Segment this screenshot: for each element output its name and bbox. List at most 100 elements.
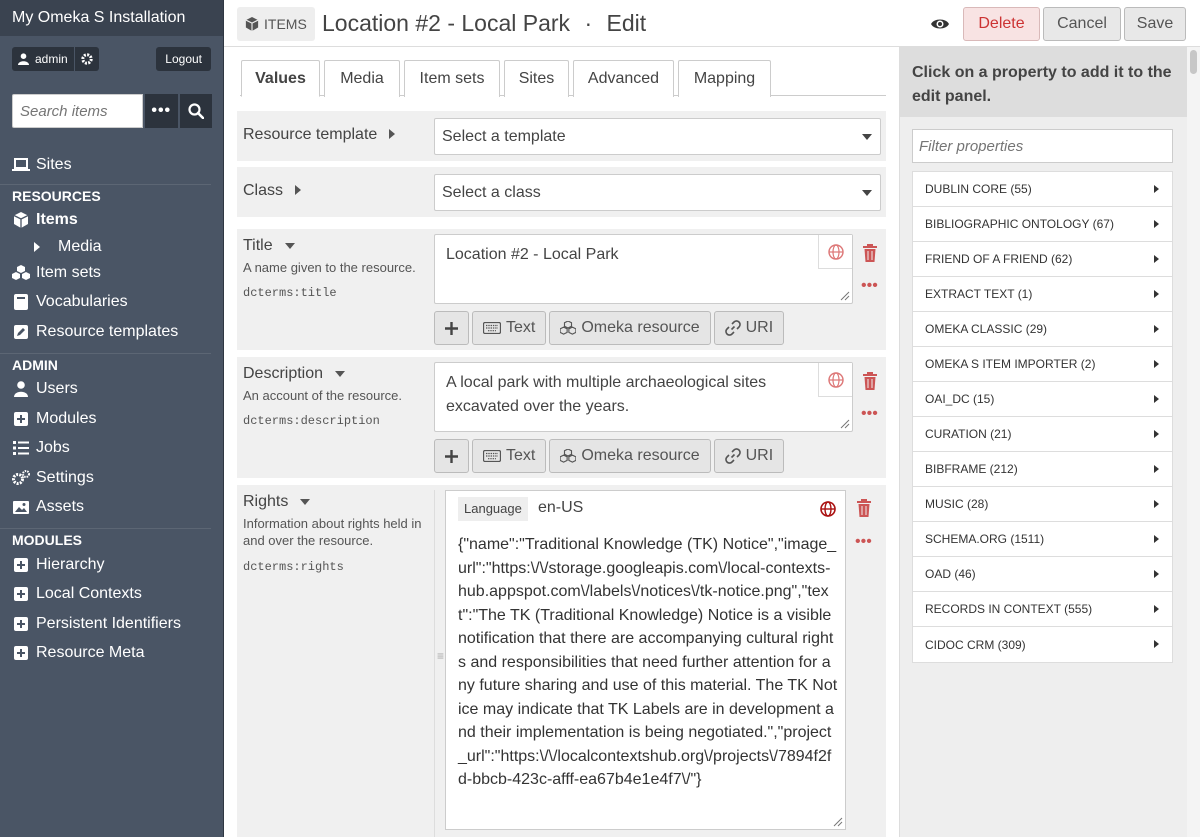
cancel-button[interactable]: Cancel	[1043, 7, 1121, 41]
gear-icon[interactable]	[80, 53, 93, 65]
sidebar-item-media[interactable]: Media	[0, 235, 223, 258]
sidebar-item-hierarchy[interactable]: Hierarchy	[0, 550, 223, 580]
vocabulary-item[interactable]: BIBLIOGRAPHIC ONTOLOGY (67)	[913, 207, 1172, 242]
language-value[interactable]: en-US	[538, 499, 583, 517]
trash-icon[interactable]	[862, 372, 878, 390]
add-uri-button[interactable]: URI	[713, 311, 785, 345]
description-value-input[interactable]: A local park with multiple archaeologica…	[434, 362, 853, 432]
title-value-input[interactable]: Location #2 - Local Park	[434, 234, 853, 304]
vocabulary-label: FRIEND OF A FRIEND (62)	[925, 252, 1073, 266]
resize-handle-icon[interactable]	[840, 291, 850, 301]
resize-handle-icon[interactable]	[833, 817, 843, 827]
logout-button[interactable]: Logout	[156, 47, 211, 71]
add-omeka-resource-button[interactable]: Omeka resource	[549, 439, 711, 473]
description-label[interactable]: Description	[243, 365, 346, 383]
drag-handle-icon[interactable]: ≡	[437, 649, 444, 663]
sidebar-item-items[interactable]: Items	[0, 206, 223, 236]
more-options-icon[interactable]: •••	[861, 405, 878, 423]
vocabulary-item[interactable]: OMEKA S ITEM IMPORTER (2)	[913, 347, 1172, 382]
tab-values[interactable]: Values	[241, 60, 320, 97]
trash-icon[interactable]	[856, 499, 872, 517]
vocabulary-item[interactable]: CIDOC CRM (309)	[913, 627, 1172, 662]
tasks-icon	[12, 439, 30, 457]
sidebar-item-vocabularies[interactable]: Vocabularies	[0, 288, 223, 318]
vocabulary-item[interactable]: SCHEMA.ORG (1511)	[913, 522, 1172, 557]
more-options-icon[interactable]: •••	[855, 533, 872, 551]
vocabulary-item[interactable]: CURATION (21)	[913, 417, 1172, 452]
vocabulary-label: MUSIC (28)	[925, 497, 989, 511]
cubes-icon	[12, 264, 30, 282]
user-badge[interactable]: admin	[12, 47, 99, 71]
cube-icon	[12, 211, 30, 229]
sidebar-item-settings[interactable]: Settings	[0, 463, 223, 493]
sidebar-item-label: Local Contexts	[36, 585, 142, 603]
ellipsis-icon: •••	[151, 102, 172, 119]
trash-icon[interactable]	[862, 244, 878, 262]
add-uri-button[interactable]: URI	[713, 439, 785, 473]
sidebar-item-label: Jobs	[36, 439, 70, 457]
add-uri-label: URI	[745, 319, 774, 336]
sidebar-item-users[interactable]: Users	[0, 375, 223, 405]
tab-sites[interactable]: Sites	[504, 60, 569, 97]
tab-media[interactable]: Media	[324, 60, 400, 97]
add-text-button[interactable]: Text	[472, 311, 547, 345]
delete-button[interactable]: Delete	[963, 7, 1040, 41]
eye-icon[interactable]	[930, 14, 950, 34]
caret-right-icon	[1154, 535, 1159, 543]
vocabulary-item[interactable]: EXTRACT TEXT (1)	[913, 277, 1172, 312]
search-input[interactable]	[12, 94, 143, 128]
vocabulary-item[interactable]: FRIEND OF A FRIEND (62)	[913, 242, 1172, 277]
add-value-toggle-button[interactable]	[434, 439, 469, 473]
add-text-button[interactable]: Text	[472, 439, 547, 473]
resource-template-select[interactable]: Select a template	[434, 118, 881, 155]
vocabulary-item[interactable]: BIBFRAME (212)	[913, 452, 1172, 487]
resize-handle-icon[interactable]	[840, 419, 850, 429]
sidebar-item-item-sets[interactable]: Item sets	[0, 258, 223, 288]
site-title[interactable]: My Omeka S Installation	[0, 0, 223, 36]
globe-icon[interactable]	[820, 501, 836, 517]
sidebar-item-resource-templates[interactable]: Resource templates	[0, 317, 223, 347]
search-options-button[interactable]: •••	[145, 94, 178, 128]
caret-right-icon	[1154, 465, 1159, 473]
vocabulary-item[interactable]: RECORDS IN CONTEXT (555)	[913, 592, 1172, 627]
tab-advanced[interactable]: Advanced	[573, 60, 674, 97]
save-button[interactable]: Save	[1124, 7, 1186, 41]
sidebar-item-resource-meta[interactable]: Resource Meta	[0, 639, 223, 669]
filter-properties-input[interactable]	[912, 129, 1173, 163]
class-label-text: Class	[243, 182, 284, 199]
vocabulary-label: SCHEMA.ORG (1511)	[925, 532, 1045, 546]
class-select[interactable]: Select a class	[434, 174, 881, 211]
vocabulary-label: OAD (46)	[925, 567, 976, 581]
title-term: dcterms:title	[243, 286, 337, 300]
title-label[interactable]: Title	[243, 237, 295, 255]
vocabulary-item[interactable]: OAI_DC (15)	[913, 382, 1172, 417]
class-field: Class Select a class	[237, 167, 886, 217]
vocabulary-item[interactable]: DUBLIN CORE (55)	[913, 172, 1172, 207]
tab-mapping[interactable]: Mapping	[678, 60, 771, 97]
vocabulary-item[interactable]: MUSIC (28)	[913, 487, 1172, 522]
rights-label[interactable]: Rights	[243, 493, 311, 511]
sidebar-item-sites[interactable]: Sites	[0, 150, 223, 180]
sidebar-item-jobs[interactable]: Jobs	[0, 434, 223, 464]
rights-value-input[interactable]: Language en-US {"name":"Traditional Know…	[445, 490, 846, 830]
caret-down-icon	[284, 242, 295, 249]
page-scrollbar[interactable]	[1187, 47, 1200, 837]
sidebar-item-local-contexts[interactable]: Local Contexts	[0, 580, 223, 610]
add-omeka-resource-label: Omeka resource	[581, 319, 700, 336]
vocabulary-item[interactable]: OMEKA CLASSIC (29)	[913, 312, 1172, 347]
scrollbar-thumb[interactable]	[1190, 50, 1197, 74]
vocabulary-item[interactable]: OAD (46)	[913, 557, 1172, 592]
sidebar-item-modules[interactable]: Modules	[0, 404, 223, 434]
resource-template-label[interactable]: Resource template	[243, 126, 396, 144]
sidebar-item-assets[interactable]: Assets	[0, 493, 223, 523]
language-button[interactable]	[818, 363, 852, 397]
class-label[interactable]: Class	[243, 182, 302, 200]
tab-item-sets[interactable]: Item sets	[404, 60, 500, 97]
more-options-icon[interactable]: •••	[861, 277, 878, 295]
language-button[interactable]	[818, 235, 852, 269]
add-value-toggle-button[interactable]	[434, 311, 469, 345]
search-button[interactable]	[179, 94, 212, 128]
vocabulary-label: EXTRACT TEXT (1)	[925, 287, 1033, 301]
sidebar-item-persistent-identifiers[interactable]: Persistent Identifiers	[0, 609, 223, 639]
add-omeka-resource-button[interactable]: Omeka resource	[549, 311, 711, 345]
